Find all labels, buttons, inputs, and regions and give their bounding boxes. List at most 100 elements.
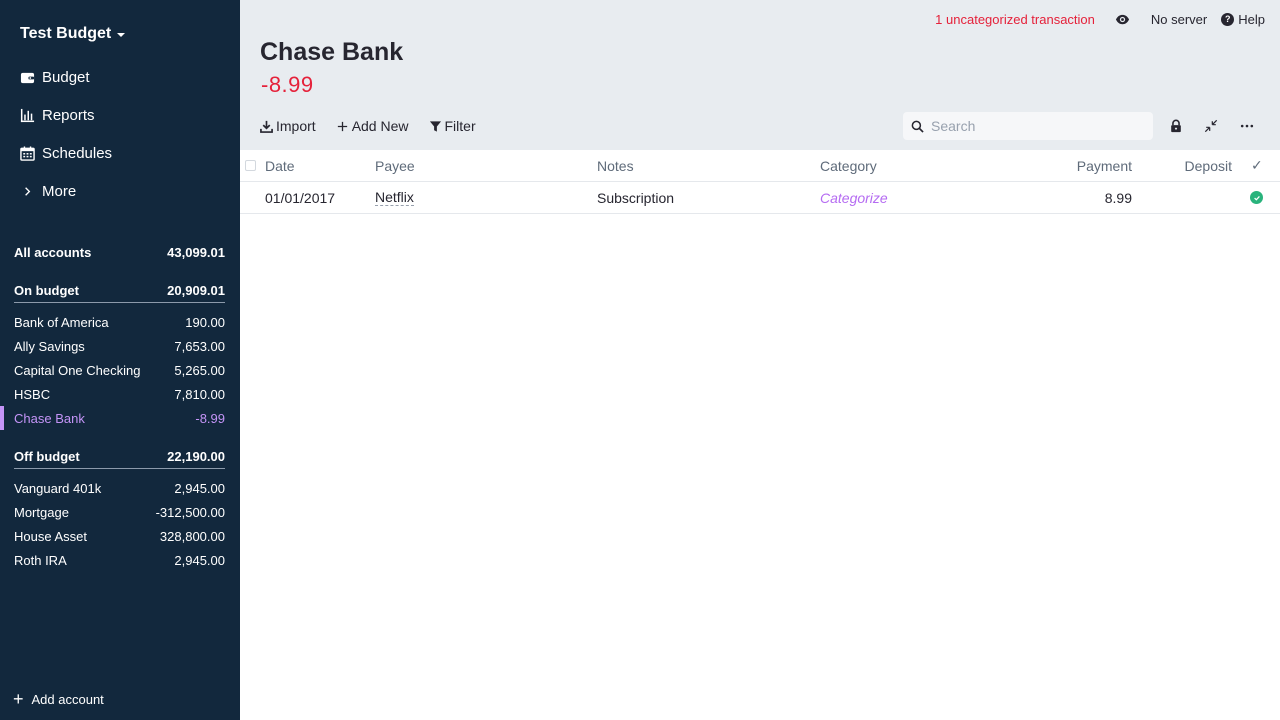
off-budget-header[interactable]: Off budget 22,190.00 [14,445,225,469]
group-name: On budget [14,283,79,298]
top-bar: 1 uncategorized transaction No server ? … [935,9,1265,29]
filter-label: Filter [444,118,476,134]
account-balance: 328,800.00 [159,528,225,544]
search-input[interactable] [931,118,1141,134]
account-name: Bank of America [14,314,109,330]
header-cleared[interactable]: ✓ [1251,150,1263,181]
header-notes[interactable]: Notes [597,150,634,181]
sidebar: Test Budget Budget Reports Schedules Mor… [0,0,240,720]
sidebar-nav: Budget Reports Schedules More [0,58,240,210]
on-budget-header[interactable]: On budget 20,909.01 [14,279,225,303]
account-name: Mortgage [14,504,69,520]
nav-item-reports[interactable]: Reports [0,96,240,134]
caret-down-icon [117,33,126,37]
account-capital-one-checking[interactable]: Capital One Checking 5,265.00 [0,358,240,382]
row-notes[interactable]: Subscription [597,182,674,213]
account-balance: -8.99 [195,410,225,426]
import-button[interactable]: Import [260,118,316,134]
help-label: Help [1238,11,1265,27]
download-icon [260,120,273,133]
plus-icon [336,120,349,133]
group-balance: 20,909.01 [167,283,225,298]
account-name: Roth IRA [14,552,67,568]
account-toolbar: Import Add New Filter [260,114,476,138]
account-balance: 7,653.00 [174,338,225,354]
select-all-checkbox[interactable] [245,150,256,181]
account-balance: -312,500.00 [155,504,225,520]
group-balance: 22,190.00 [167,449,225,464]
transaction-table: Date Payee Notes Category Payment Deposi… [240,150,1280,720]
collapse-icon[interactable] [1203,118,1219,134]
account-balance-total[interactable]: -8.99 [261,72,314,98]
header-payee[interactable]: Payee [375,150,415,181]
all-accounts[interactable]: All accounts 43,099.01 [0,240,240,264]
account-mortgage[interactable]: Mortgage -312,500.00 [0,500,240,524]
account-name: Ally Savings [14,338,85,354]
filter-icon [429,120,442,133]
filter-button[interactable]: Filter [429,118,476,134]
account-hsbc[interactable]: HSBC 7,810.00 [0,382,240,406]
row-payment[interactable]: 8.99 [1020,182,1132,213]
nav-item-label: More [42,182,77,200]
account-balance: 5,265.00 [174,362,225,378]
more-options-icon[interactable] [1239,118,1255,134]
account-ally-savings[interactable]: Ally Savings 7,653.00 [0,334,240,358]
calendar-icon [19,145,35,161]
table-row[interactable]: 01/01/2017 Netflix Subscription Categori… [240,182,1280,214]
account-house-asset[interactable]: House Asset 328,800.00 [0,524,240,548]
account-balance: 7,810.00 [174,386,225,402]
row-cleared-toggle[interactable] [1250,182,1263,213]
account-vanguard-401k[interactable]: Vanguard 401k 2,945.00 [0,476,240,500]
header-deposit[interactable]: Deposit [1140,150,1232,181]
account-balance: 2,945.00 [174,552,225,568]
chevron-right-icon [19,183,35,199]
header-date[interactable]: Date [265,150,295,181]
account-roth-ira[interactable]: Roth IRA 2,945.00 [0,548,240,572]
wallet-icon [19,69,35,85]
row-category[interactable]: Categorize [820,182,888,213]
plus-icon: + [13,689,24,709]
add-account-label: Add account [31,691,104,707]
import-label: Import [276,118,316,134]
header-category[interactable]: Category [820,150,877,181]
nav-item-schedules[interactable]: Schedules [0,134,240,172]
account-bank-of-america[interactable]: Bank of America 190.00 [0,310,240,334]
row-deposit[interactable] [1140,182,1232,213]
nav-item-more[interactable]: More [0,172,240,210]
uncategorized-link[interactable]: 1 uncategorized transaction [935,12,1095,27]
lock-icon[interactable] [1168,118,1184,134]
server-status-button[interactable]: No server [1151,12,1207,27]
add-new-button[interactable]: Add New [336,118,409,134]
account-balance: 2,945.00 [174,480,225,496]
row-payee[interactable]: Netflix [375,182,414,213]
nav-item-label: Budget [42,68,90,86]
nav-item-budget[interactable]: Budget [0,58,240,96]
row-date[interactable]: 01/01/2017 [265,182,335,213]
payee-text: Netflix [375,188,414,206]
table-header: Date Payee Notes Category Payment Deposi… [240,150,1280,182]
budget-name-dropdown[interactable]: Test Budget [20,25,126,43]
budget-name: Test Budget [20,25,112,42]
account-name: Vanguard 401k [14,480,102,496]
account-name: HSBC [14,386,51,402]
eye-icon[interactable] [1115,11,1131,27]
nav-item-label: Schedules [42,144,113,162]
help-button[interactable]: ? Help [1221,12,1265,27]
account-list: All accounts 43,099.01 On budget 20,909.… [0,240,240,572]
account-balance: 43,099.01 [167,244,225,260]
header-payment[interactable]: Payment [1020,150,1132,181]
account-name: Capital One Checking [14,362,141,378]
account-chase-bank[interactable]: Chase Bank -8.99 [0,406,240,430]
add-account-button[interactable]: + Add account [13,690,104,708]
search-box[interactable] [903,112,1153,140]
help-icon: ? [1221,12,1235,26]
account-title: Chase Bank [260,38,404,66]
bar-chart-icon [19,107,35,123]
checkbox-box [245,160,256,171]
add-new-label: Add New [351,118,409,134]
group-name: Off budget [14,449,80,464]
account-name: Chase Bank [14,410,85,426]
account-balance: 190.00 [185,314,225,330]
account-name: All accounts [14,244,92,260]
search-icon [911,120,931,133]
